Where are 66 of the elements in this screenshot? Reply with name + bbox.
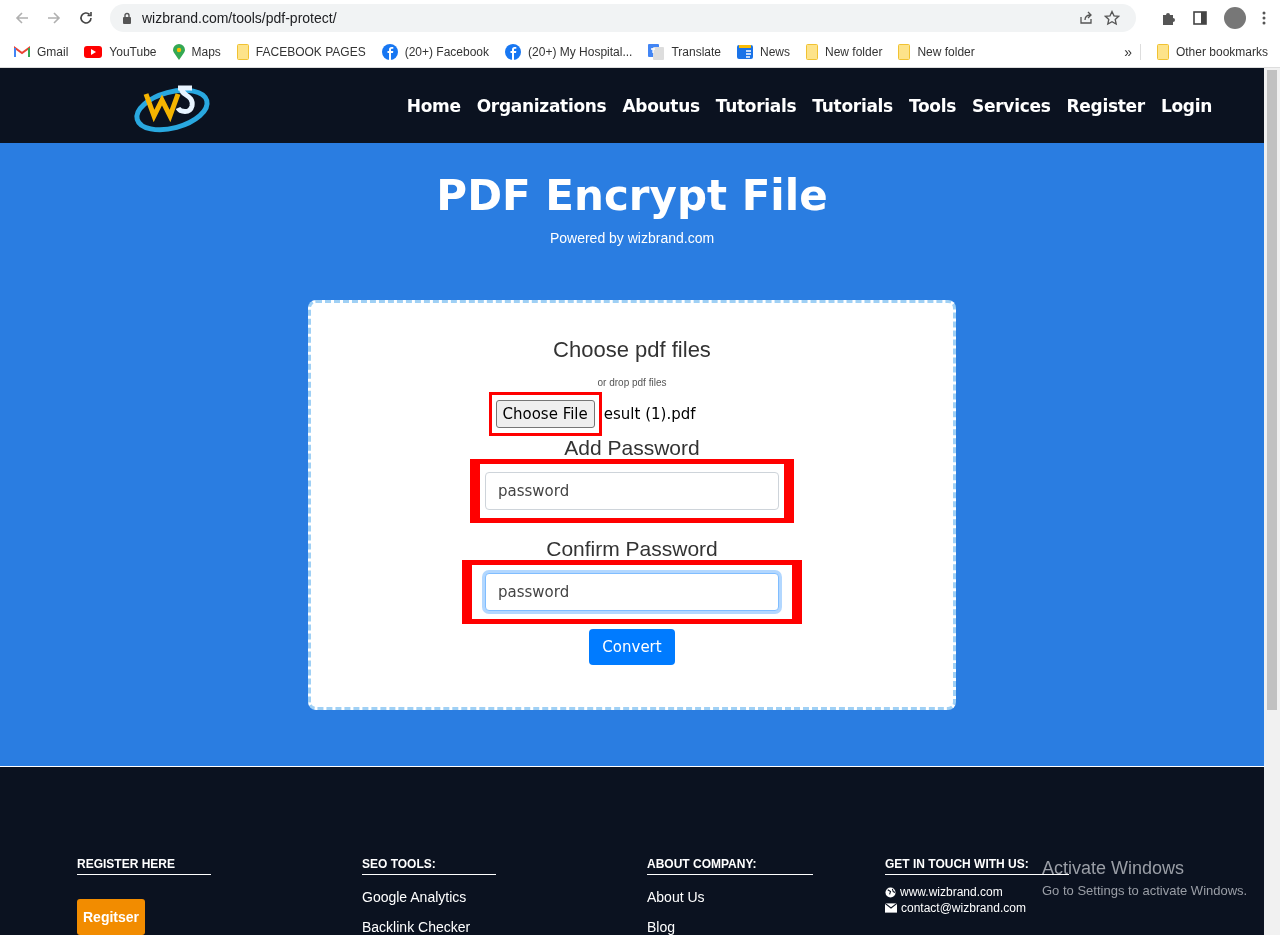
password-field[interactable]: password [485, 573, 779, 612]
nav-link[interactable]: Aboutus [622, 95, 700, 116]
bookmark-item[interactable]: Translate [671, 45, 721, 59]
bookmark-item[interactable]: Other bookmarks [1175, 45, 1268, 59]
f-logo-icon [505, 44, 522, 60]
map-pin-icon [172, 44, 185, 60]
side-panel-icon[interactable] [1192, 10, 1208, 26]
menu-icon[interactable] [1262, 10, 1266, 26]
play-icon [84, 46, 103, 58]
choose-file-button[interactable]: Choose File [495, 400, 595, 428]
email-link[interactable]: contact@wizbrand.com [901, 901, 1026, 915]
bookmark-item[interactable]: News [760, 45, 790, 59]
bookmark-item[interactable]: (20+) My Hospital... [528, 45, 633, 59]
folder-icon [1156, 44, 1169, 60]
envelope-m-icon [14, 46, 30, 58]
globe-icon [885, 886, 896, 898]
address-bar[interactable]: wizbrand.com/tools/pdf-protect/ [110, 4, 1136, 32]
nav-link[interactable]: Tutorials [812, 95, 893, 116]
nav-link[interactable]: Login [1160, 95, 1212, 116]
field-label: Add Password [564, 436, 700, 460]
bookmark-item[interactable]: (20+) Facebook [404, 45, 490, 59]
bookmark-item[interactable]: New folder [825, 45, 883, 59]
field-label: Confirm Password [546, 537, 718, 561]
nav-link[interactable]: Tools [908, 95, 957, 116]
bookmark-item[interactable]: Maps [191, 45, 221, 59]
news-icon [737, 44, 753, 60]
password-field[interactable]: password [485, 472, 779, 511]
footer-heading: ABOUT COMPANY: [647, 857, 813, 875]
choose-files-label: Choose pdf files [553, 337, 711, 363]
scrollbar[interactable] [1264, 68, 1280, 935]
convert-button[interactable]: Convert [589, 629, 675, 666]
bookmark-item[interactable]: YouTube [109, 45, 157, 59]
activation-notice-text: Go to Settings to activate Windows. [1042, 883, 1248, 898]
footer-link[interactable]: Backlink Checker [362, 919, 647, 935]
bookmark-item[interactable]: Gmail [37, 45, 69, 59]
footer-link[interactable]: About Us [647, 889, 885, 905]
star-icon[interactable] [1104, 10, 1120, 26]
folder-icon [806, 44, 818, 60]
f-logo-icon [381, 44, 398, 60]
translate-icon [648, 44, 665, 60]
bookmark-item[interactable]: New folder [917, 45, 975, 59]
nav-link[interactable]: Organizations [476, 95, 607, 116]
nav-link[interactable]: Services [972, 95, 1051, 116]
reload-icon[interactable] [78, 10, 94, 26]
share-icon[interactable] [1078, 10, 1094, 26]
folder-icon [236, 44, 249, 60]
page-title: PDF Encrypt File [436, 171, 828, 220]
bookmark-item[interactable]: FACEBOOK PAGES [255, 45, 366, 59]
nav-link[interactable]: Tutorials [715, 95, 797, 116]
puzzle-icon[interactable] [1160, 10, 1176, 26]
footer-heading: REGISTER HERE [77, 857, 211, 875]
nav-link[interactable]: Home [406, 95, 461, 116]
footer-heading: SEO TOOLS: [362, 857, 496, 875]
activation-notice-title: Activate Windows [1042, 858, 1186, 879]
footer-link[interactable]: Google Analytics [362, 889, 647, 905]
folder-icon [898, 44, 911, 60]
page-subtitle: Powered by wizbrand.com [549, 230, 715, 246]
profile-avatar[interactable] [1224, 7, 1246, 29]
nav-link[interactable]: Register [1066, 95, 1145, 116]
website-link[interactable]: www.wizbrand.com [900, 885, 1003, 899]
envelope-icon [885, 903, 897, 913]
drop-hint: or drop pdf files [597, 377, 667, 388]
lock-icon [122, 12, 132, 24]
bookmarks-overflow[interactable]: » [1124, 44, 1141, 60]
footer-link[interactable]: Blog [647, 919, 885, 935]
file-name: esult (1).pdf [603, 405, 696, 423]
